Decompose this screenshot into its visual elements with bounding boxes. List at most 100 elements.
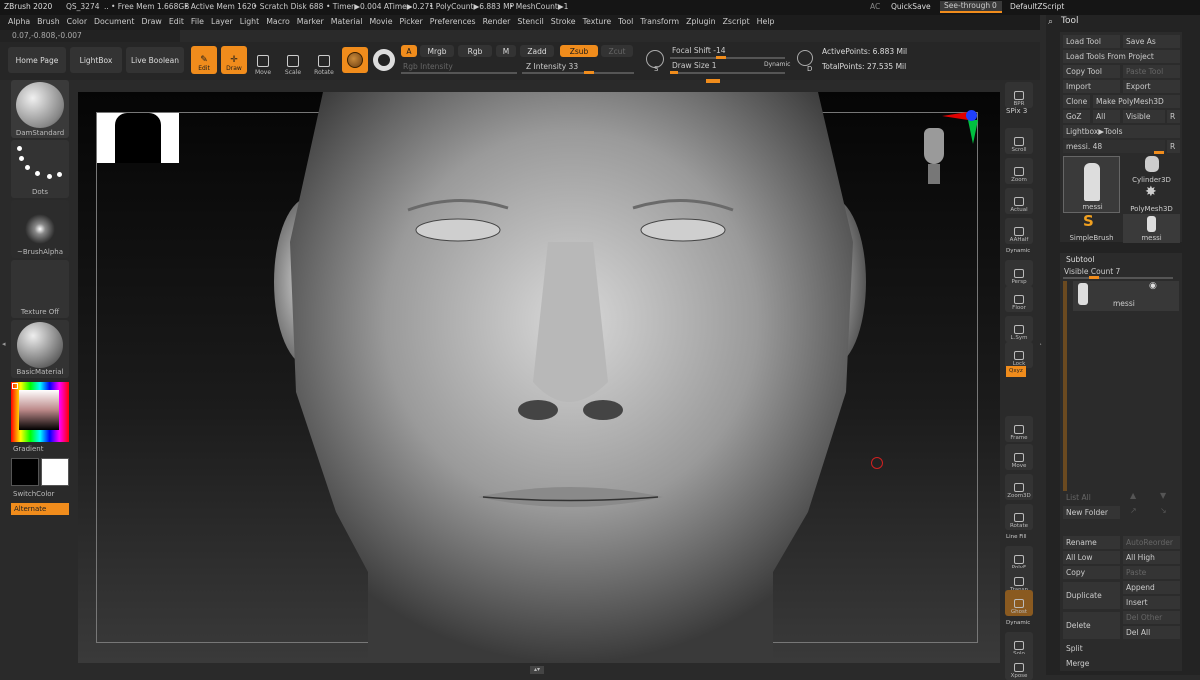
rename-button[interactable]: Rename xyxy=(1063,536,1120,549)
menu-item-marker[interactable]: Marker xyxy=(297,17,324,27)
ac-button[interactable]: AC xyxy=(870,2,880,12)
del-all-button[interactable]: Del All xyxy=(1123,626,1180,639)
lightbox-button[interactable]: LightBox xyxy=(70,47,122,73)
right-shelf-xpose[interactable]: Xpose xyxy=(1005,654,1033,680)
menu-item-material[interactable]: Material xyxy=(331,17,363,27)
right-shelf-ghost[interactable]: Ghost xyxy=(1005,590,1033,616)
right-shelf-spix-3[interactable]: SPix 3 xyxy=(1006,106,1027,116)
tool-thumb-simplebrush[interactable]: S SimpleBrush xyxy=(1063,214,1120,243)
m-toggle[interactable]: M xyxy=(496,45,516,57)
scale-button[interactable]: Scale xyxy=(281,46,305,76)
menu-item-tool[interactable]: Tool xyxy=(618,17,633,27)
color-picker[interactable] xyxy=(11,382,69,442)
right-shelf-bpr[interactable]: BPR xyxy=(1005,82,1033,108)
menu-item-preferences[interactable]: Preferences xyxy=(430,17,476,27)
copy-tool-button[interactable]: Copy Tool xyxy=(1063,65,1120,78)
move-in-icon[interactable]: ↘ xyxy=(1160,506,1167,515)
right-shelf-qxyz[interactable]: Qxyz xyxy=(1006,366,1026,377)
tool-thumb-cylinder[interactable]: Cylinder3D xyxy=(1123,156,1180,185)
mrgb-toggle[interactable]: Mrgb xyxy=(420,45,454,57)
menu-item-zscript[interactable]: Zscript xyxy=(723,17,750,27)
switchcolor-button[interactable]: SwitchColor xyxy=(13,490,71,498)
subtool-item[interactable]: ◉ messi xyxy=(1073,281,1179,311)
duplicate-button[interactable]: Duplicate xyxy=(1063,582,1120,609)
all-button[interactable]: All xyxy=(1093,110,1120,123)
clone-button[interactable]: Clone xyxy=(1063,95,1090,108)
tool-thumb-messi-2[interactable]: messi xyxy=(1123,214,1180,243)
r-button[interactable]: R xyxy=(1167,110,1180,123)
home-page-button[interactable]: Home Page xyxy=(8,47,66,73)
draw-button[interactable]: ✛ Draw xyxy=(221,46,247,74)
color-handle-icon[interactable] xyxy=(12,383,18,389)
menu-item-alpha[interactable]: Alpha xyxy=(8,17,30,27)
a-toggle[interactable]: A xyxy=(401,45,417,57)
right-shelf-zoom3d[interactable]: Zoom3D xyxy=(1005,474,1033,500)
z-intensity-slider[interactable] xyxy=(522,72,634,74)
right-shelf-scroll[interactable]: Scroll xyxy=(1005,128,1033,154)
seethrough-slider[interactable]: See-through 0 xyxy=(940,1,1002,13)
all-high-button[interactable]: All High xyxy=(1123,551,1180,564)
menu-item-zplugin[interactable]: Zplugin xyxy=(686,17,715,27)
right-shelf-floor[interactable]: Floor xyxy=(1005,286,1033,312)
right-shelf-persp[interactable]: Persp xyxy=(1005,260,1033,286)
menu-item-stroke[interactable]: Stroke xyxy=(551,17,576,27)
menu-item-draw[interactable]: Draw xyxy=(141,17,161,27)
right-shelf-frame[interactable]: Frame xyxy=(1005,416,1033,442)
move-down-icon[interactable]: ▼ xyxy=(1160,491,1166,500)
visible-count-knob[interactable] xyxy=(1089,276,1099,279)
tool-thumb-polymesh[interactable]: ✸ PolyMesh3D xyxy=(1123,185,1180,214)
menu-item-help[interactable]: Help xyxy=(757,17,775,27)
menu-item-document[interactable]: Document xyxy=(94,17,134,27)
rgb-toggle[interactable]: Rgb xyxy=(458,45,492,57)
current-tool-knob[interactable] xyxy=(1154,151,1164,154)
split-button[interactable]: Split xyxy=(1063,642,1180,655)
list-all-button[interactable]: List All xyxy=(1063,491,1120,504)
save-as-button[interactable]: Save As xyxy=(1123,35,1180,48)
export-button[interactable]: Export xyxy=(1123,80,1180,93)
lightbox-tools-button[interactable]: Lightbox▶Tools xyxy=(1063,125,1180,138)
tool-thumb-messi[interactable]: messi xyxy=(1063,156,1120,213)
subtool-scrollbar[interactable] xyxy=(1063,281,1067,491)
rotate-button[interactable]: Rotate xyxy=(312,46,336,76)
menu-item-file[interactable]: File xyxy=(191,17,204,27)
canvas-viewport[interactable] xyxy=(78,92,1000,663)
append-button[interactable]: Append xyxy=(1123,581,1180,594)
tool-search-icon[interactable]: ⌕ xyxy=(1048,17,1053,27)
menu-item-brush[interactable]: Brush xyxy=(37,17,60,27)
shelf-scroll-handle[interactable] xyxy=(706,79,720,83)
axis-gizmo-icon[interactable] xyxy=(942,108,982,148)
zadd-toggle[interactable]: Zadd xyxy=(520,45,554,57)
zcut-toggle[interactable]: Zcut xyxy=(601,45,633,57)
right-shelf-move[interactable]: Move xyxy=(1005,444,1033,470)
right-shelf-line-fill[interactable]: Line Fill xyxy=(1006,532,1027,542)
menu-item-light[interactable]: Light xyxy=(240,17,259,27)
main-color-swatch[interactable] xyxy=(11,458,39,486)
right-shelf-l-sym[interactable]: L.Sym xyxy=(1005,316,1033,342)
head-sculpt[interactable] xyxy=(78,92,1000,663)
menu-item-stencil[interactable]: Stencil xyxy=(517,17,543,27)
right-shelf-lock[interactable]: Lock xyxy=(1005,342,1033,368)
insert-button[interactable]: Insert xyxy=(1123,596,1180,609)
left-tray-toggle-icon[interactable]: ◂ xyxy=(2,340,8,352)
zsub-toggle[interactable]: Zsub xyxy=(560,45,598,57)
paste-button[interactable]: Paste xyxy=(1123,566,1180,579)
menu-item-render[interactable]: Render xyxy=(483,17,511,27)
new-folder-button[interactable]: New Folder xyxy=(1063,506,1120,519)
focal-shift-knob[interactable] xyxy=(716,56,726,59)
current-tool-slider[interactable]: messi. 48 xyxy=(1063,140,1165,153)
color-square[interactable] xyxy=(19,390,59,430)
right-shelf-dynamic[interactable]: Dynamic xyxy=(1006,246,1030,256)
move-out-icon[interactable]: ↗ xyxy=(1130,506,1137,515)
copy-button[interactable]: Copy xyxy=(1063,566,1120,579)
del-other-button[interactable]: Del Other xyxy=(1123,611,1180,624)
menu-item-color[interactable]: Color xyxy=(67,17,87,27)
bottom-tray-toggle-icon[interactable]: ▴▾ xyxy=(530,666,544,674)
rgb-intensity-slider[interactable] xyxy=(401,72,517,74)
live-boolean-button[interactable]: Live Boolean xyxy=(126,47,184,73)
menu-item-macro[interactable]: Macro xyxy=(266,17,290,27)
paste-tool-button[interactable]: Paste Tool xyxy=(1123,65,1180,78)
load-tool-button[interactable]: Load Tool xyxy=(1063,35,1120,48)
menu-item-transform[interactable]: Transform xyxy=(640,17,679,27)
delete-button[interactable]: Delete xyxy=(1063,612,1120,639)
goz-button[interactable]: GoZ xyxy=(1063,110,1090,123)
